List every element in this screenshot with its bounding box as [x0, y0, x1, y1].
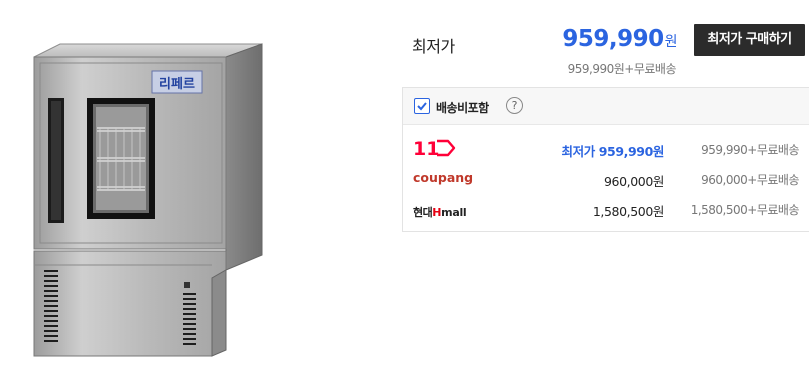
lowest-price-buy-button[interactable]: 최저가 구매하기 — [694, 24, 805, 56]
brand-logo-text: 리페르 — [159, 76, 195, 92]
check-icon — [417, 102, 427, 111]
help-icon[interactable]: ? — [506, 97, 523, 114]
lowest-price-value: 959,990 — [562, 26, 664, 52]
hmall-logo[interactable]: 현대Hmall — [413, 201, 467, 220]
mall-shipping-11st: 959,990+무료배송 — [701, 143, 799, 157]
shipping-option-row: 배송비포함 ? — [403, 88, 809, 125]
11st-logo-text: 11 — [413, 138, 439, 159]
include-shipping-checkbox[interactable] — [414, 98, 430, 114]
refrigerator-illustration: 리페르 — [33, 43, 263, 357]
mall-price-list: 배송비포함 ? 11 최저가 959,990원 959,990+무료배송 cou… — [402, 87, 809, 232]
mall-shipping-hmall: 1,580,500+무료배송 — [690, 203, 800, 217]
product-image[interactable]: 리페르 — [0, 0, 316, 371]
coupang-logo[interactable]: coupang — [413, 169, 473, 191]
lowest-price: 959,990원 — [562, 26, 677, 52]
mall-shipping-coupang: 960,000+무료배송 — [701, 173, 799, 187]
mall-price-coupang[interactable]: 960,000원 — [604, 171, 664, 190]
coupang-logo-text: coupang — [413, 170, 473, 185]
mall-row-coupang[interactable]: coupang 960,000원 960,000+무료배송 — [403, 165, 809, 193]
mall-row-hmall[interactable]: 현대Hmall 1,580,500원 1,580,500+무료배송 — [403, 195, 809, 223]
mall-row-11st[interactable]: 11 최저가 959,990원 959,990+무료배송 — [403, 135, 809, 163]
hmall-logo-suffix: Hmall — [432, 206, 467, 219]
lowest-price-label: 최저가 — [412, 37, 455, 56]
mall-price-11st[interactable]: 최저가 959,990원 — [562, 141, 665, 160]
hmall-logo-prefix: 현대 — [413, 206, 433, 219]
price-with-shipping: 959,990원+무료배송 — [567, 62, 677, 76]
11st-logo[interactable]: 11 — [413, 137, 457, 163]
price-comparison-panel: 최저가 959,990원 959,990원+무료배송 최저가 구매하기 배송비포… — [402, 0, 809, 371]
mall-price-hmall[interactable]: 1,580,500원 — [593, 201, 665, 220]
include-shipping-label[interactable]: 배송비포함 — [436, 99, 489, 116]
currency-label: 원 — [664, 34, 678, 50]
